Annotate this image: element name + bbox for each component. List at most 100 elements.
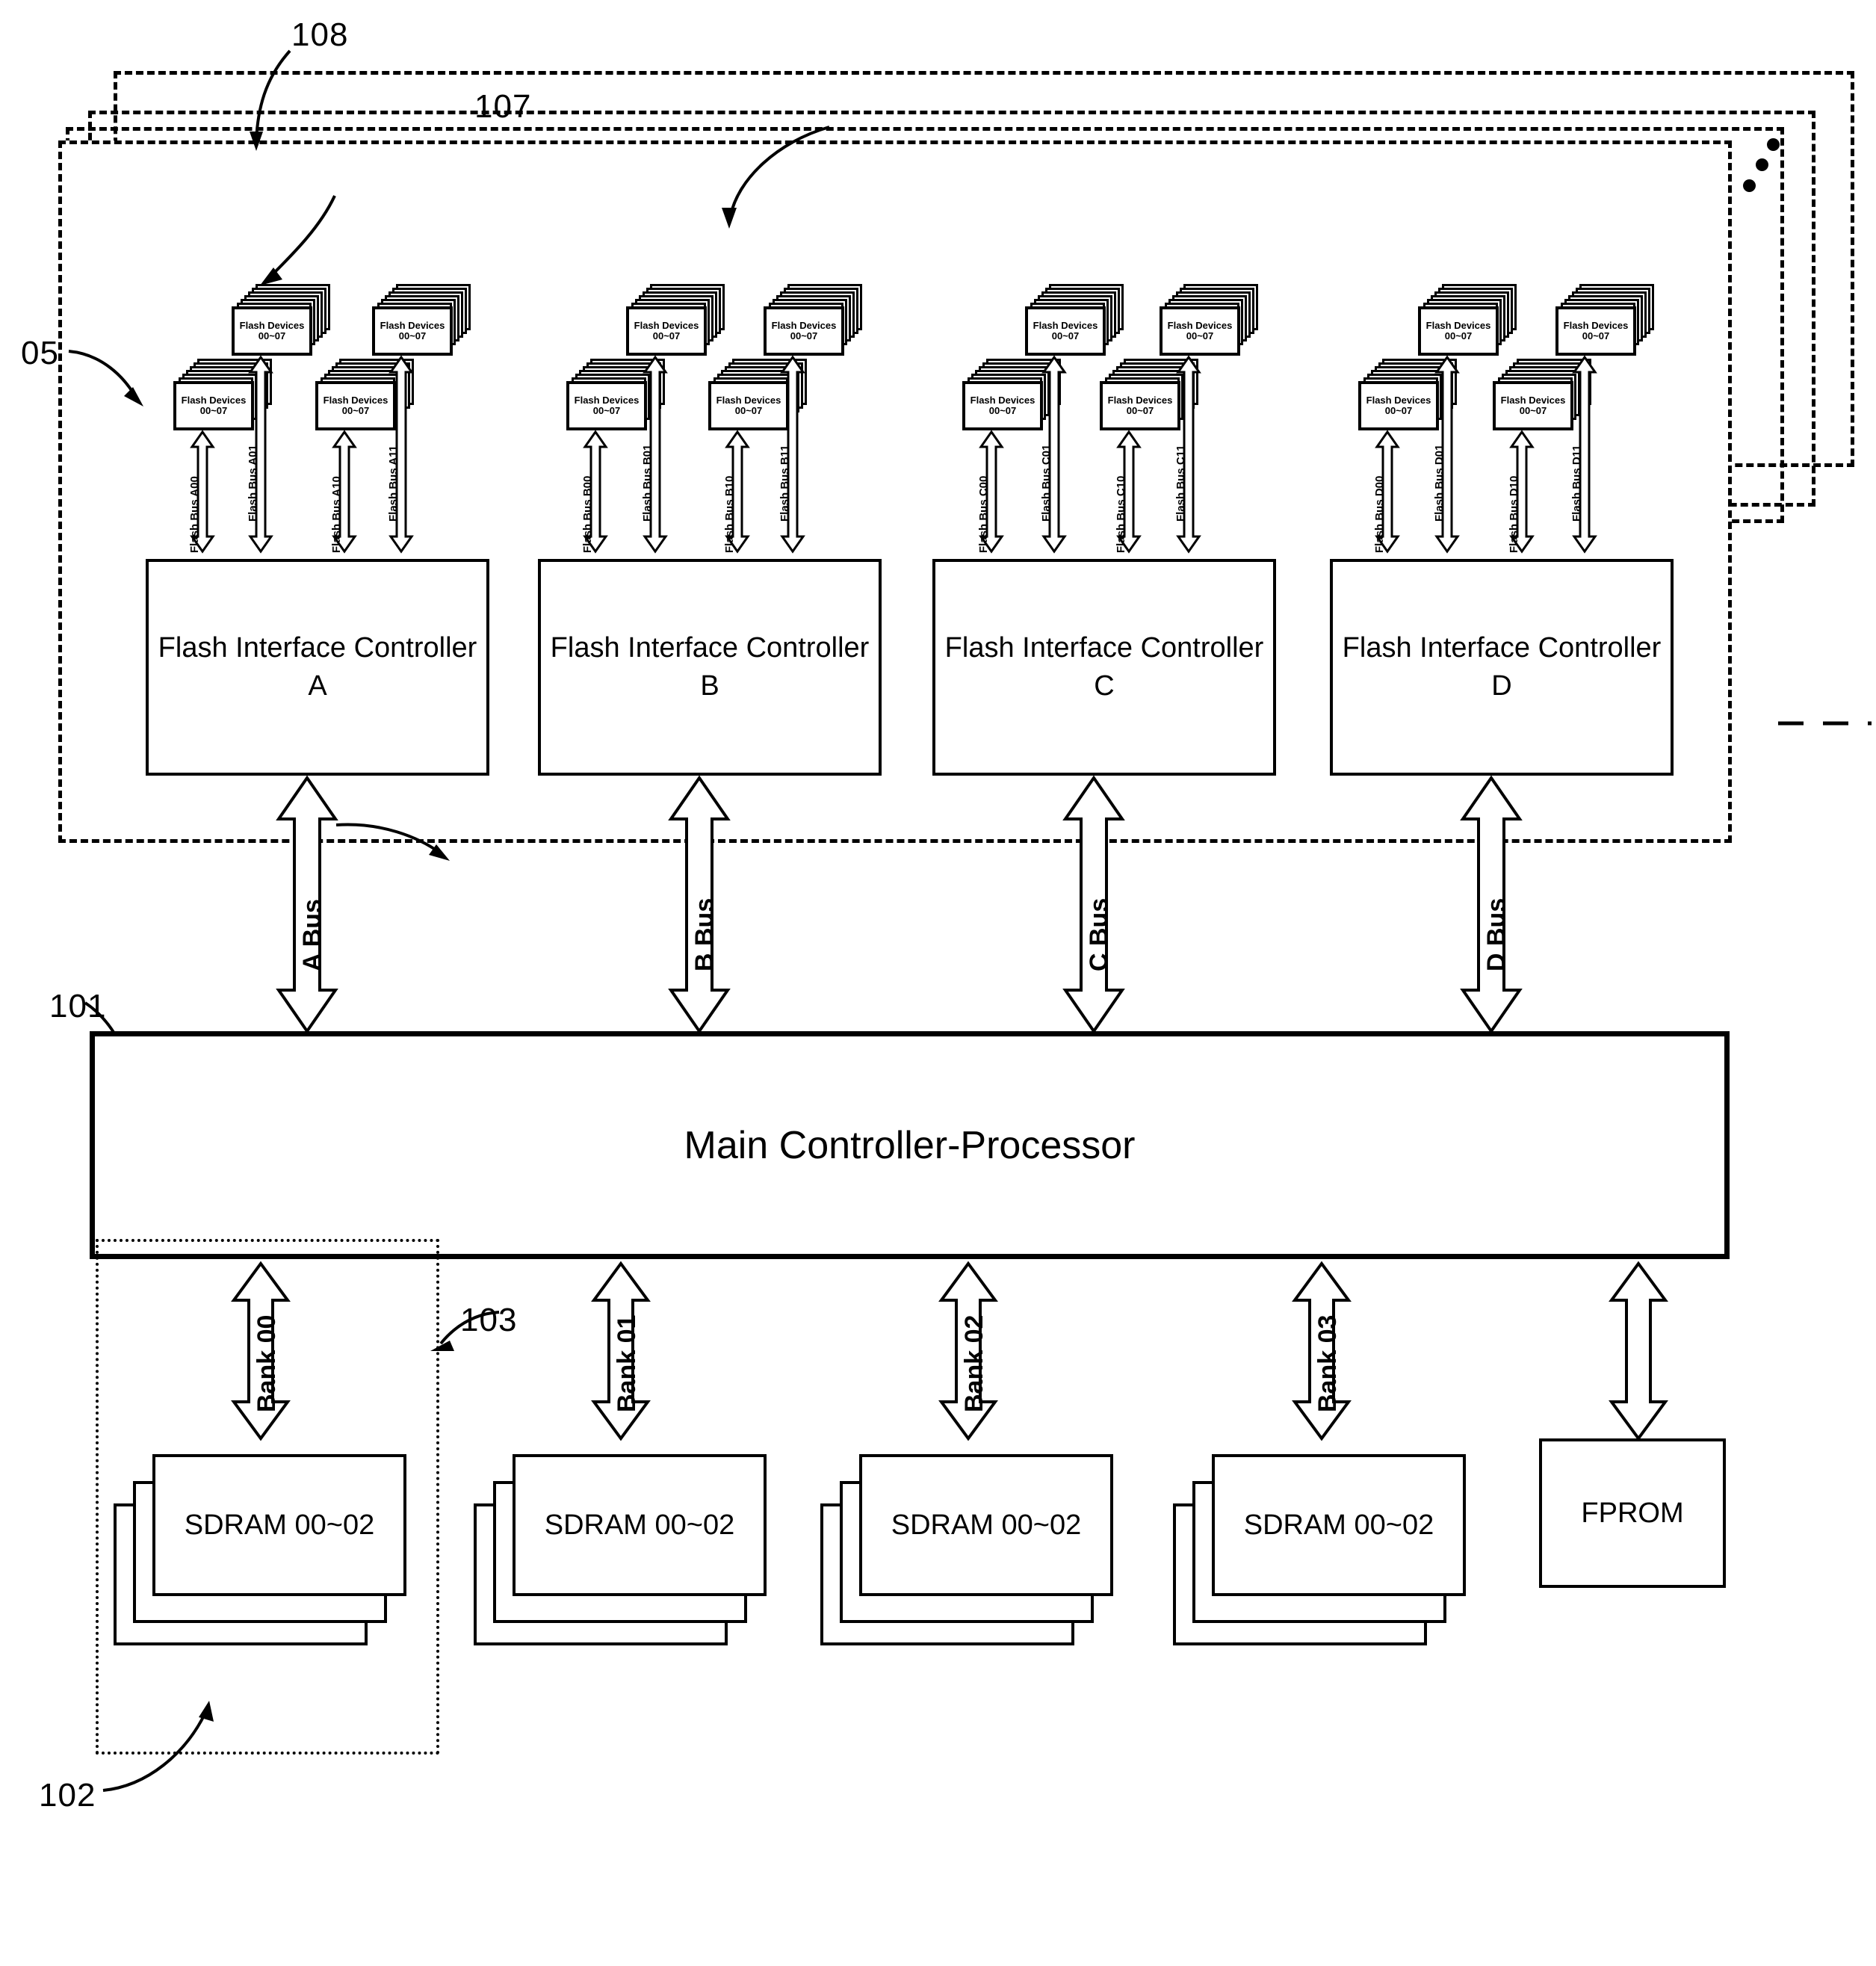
flash-bus-label: Flash Bus B01	[641, 444, 654, 522]
flash-interface-controller-b[interactable]: Flash Interface Controller B	[538, 559, 882, 776]
stack-label-line1: Flash Devices	[380, 320, 445, 332]
flash-bus-label: Flash Bus A11	[387, 445, 400, 522]
fprom-arrow	[1608, 1261, 1669, 1441]
sdram-stack[interactable]: SDRAM 00~02	[820, 1435, 1119, 1659]
flash-bus-label: Flash Bus C00	[977, 475, 990, 553]
fic-b-label-line2: B	[700, 670, 719, 702]
stack-label-line1: Flash Devices	[1107, 395, 1173, 407]
leader-105	[68, 350, 143, 407]
flash-bus-label: Flash Bus C10	[1115, 475, 1127, 553]
fprom-box[interactable]: FPROM	[1539, 1438, 1726, 1588]
main-bus-label-c: C Bus	[1085, 897, 1113, 971]
stack-label-line2: 00~07	[341, 405, 370, 416]
ellipsis-dot-2	[1756, 158, 1768, 171]
sdram-label: SDRAM 00~02	[184, 1509, 375, 1541]
flash-bus-label: Flash Bus D01	[1433, 444, 1446, 522]
flash-bus-label: Flash Bus D11	[1570, 445, 1583, 522]
stack-label-line1: Flash Devices	[574, 395, 640, 407]
main-controller-label: Main Controller-Processor	[684, 1123, 1136, 1167]
fic-d-label-line2: D	[1491, 670, 1512, 702]
flash-device-stack[interactable]: Flash Devices 00~07	[1555, 284, 1654, 356]
stack-label-line2: 00~07	[790, 330, 818, 341]
stack-label-line1: Flash Devices	[239, 320, 305, 332]
main-bus-label-b: B Bus	[690, 897, 719, 971]
flash-interface-controller-c[interactable]: Flash Interface Controller C	[932, 559, 1276, 776]
flash-bus-label: Flash Bus A10	[330, 476, 343, 553]
flash-bus-label: Flash Bus C11	[1174, 445, 1187, 522]
ellipsis-dot-1	[1767, 138, 1780, 151]
stack-label-line2: 00~07	[1051, 330, 1080, 341]
flash-bus-label: Flash Bus D10	[1508, 475, 1520, 553]
stack-label-line1: Flash Devices	[181, 395, 247, 407]
fic-a-label-line2: A	[308, 670, 327, 702]
stack-label-line2: 00~07	[1582, 330, 1610, 341]
stack-label-line2: 00~07	[258, 330, 286, 341]
stack-label-line1: Flash Devices	[1366, 395, 1431, 407]
sdram-label: SDRAM 00~02	[891, 1509, 1082, 1541]
flash-device-stack[interactable]: Flash Devices 00~07	[232, 284, 330, 356]
stack-label-line2: 00~07	[1126, 405, 1154, 416]
leader-106	[260, 195, 336, 285]
stack-label-line2: 00~07	[652, 330, 681, 341]
stack-label-line1: Flash Devices	[634, 320, 699, 332]
main-controller-processor[interactable]: Main Controller-Processor	[90, 1031, 1730, 1259]
bank-label-02: Bank 02	[960, 1314, 988, 1412]
stack-label-line2: 00~07	[1384, 405, 1413, 416]
ref-105: 05	[21, 335, 59, 371]
sdram-stack[interactable]: SDRAM 00~02	[114, 1435, 412, 1659]
flash-device-stack[interactable]: Flash Devices 00~07	[764, 284, 862, 356]
main-bus-label-a: A Bus	[298, 899, 326, 971]
stack-label-line2: 00~07	[592, 405, 621, 416]
stack-label-line2: 00~07	[988, 405, 1017, 416]
flash-bus-label: Flash Bus B00	[581, 475, 594, 553]
flash-device-stack[interactable]: Flash Devices 00~07	[1025, 284, 1124, 356]
stack-label-line1: Flash Devices	[716, 395, 781, 407]
sdram-label: SDRAM 00~02	[544, 1509, 735, 1541]
bank-label-03: Bank 03	[1313, 1314, 1342, 1412]
stack-label-line1: Flash Devices	[1033, 320, 1098, 332]
sdram-stack[interactable]: SDRAM 00~02	[474, 1435, 773, 1659]
flash-bus-label: Flash Bus D00	[1373, 475, 1386, 553]
dashed-tail-right	[1778, 721, 1872, 726]
leader-108	[250, 49, 291, 151]
flash-bus-label: Flash Bus B11	[778, 445, 791, 522]
stack-label-line1: Flash Devices	[970, 395, 1035, 407]
stack-label-line2: 00~07	[1519, 405, 1547, 416]
fic-d-label-line1: Flash Interface Controller	[1342, 631, 1662, 664]
stack-label-line1: Flash Devices	[1500, 395, 1566, 407]
stack-label-line1: Flash Devices	[1167, 320, 1233, 332]
patent-figure-canvas: 108 107 106 05 104 101 103 102	[0, 0, 1876, 1966]
stack-label-line1: Flash Devices	[771, 320, 837, 332]
ref-102: 102	[39, 1777, 96, 1814]
flash-bus-label: Flash Bus B10	[723, 475, 736, 553]
leader-107	[722, 126, 830, 229]
stack-label-line2: 00~07	[1186, 330, 1214, 341]
flash-interface-controller-d[interactable]: Flash Interface Controller D	[1330, 559, 1674, 776]
sdram-stack[interactable]: SDRAM 00~02	[1173, 1435, 1472, 1659]
leader-104	[335, 823, 450, 861]
fic-c-label-line1: Flash Interface Controller	[944, 631, 1264, 664]
fic-a-label-line1: Flash Interface Controller	[158, 631, 477, 664]
flash-bus-label: Flash Bus A00	[188, 476, 201, 553]
stack-label-line2: 00~07	[199, 405, 228, 416]
flash-bus-label: Flash Bus C01	[1040, 444, 1053, 522]
flash-interface-controller-a[interactable]: Flash Interface Controller A	[146, 559, 489, 776]
fic-b-label-line1: Flash Interface Controller	[550, 631, 870, 664]
flash-bus-label: Flash Bus A01	[247, 445, 259, 522]
flash-device-stack[interactable]: Flash Devices 00~07	[372, 284, 471, 356]
stack-label-line1: Flash Devices	[323, 395, 388, 407]
stack-label-line2: 00~07	[398, 330, 427, 341]
bank-label-01: Bank 01	[613, 1314, 641, 1412]
stack-label-line2: 00~07	[734, 405, 763, 416]
main-bus-label-d: D Bus	[1482, 897, 1511, 971]
fic-c-label-line2: C	[1094, 670, 1115, 702]
stack-label-line2: 00~07	[1444, 330, 1473, 341]
stack-label-line1: Flash Devices	[1563, 320, 1629, 332]
flash-device-stack[interactable]: Flash Devices 00~07	[1160, 284, 1258, 356]
ellipsis-dot-3	[1743, 179, 1756, 192]
fprom-label: FPROM	[1581, 1497, 1684, 1529]
flash-device-stack[interactable]: Flash Devices 00~07	[626, 284, 725, 356]
sdram-label: SDRAM 00~02	[1243, 1509, 1434, 1541]
stack-label-line1: Flash Devices	[1425, 320, 1491, 332]
flash-device-stack[interactable]: Flash Devices 00~07	[1418, 284, 1517, 356]
